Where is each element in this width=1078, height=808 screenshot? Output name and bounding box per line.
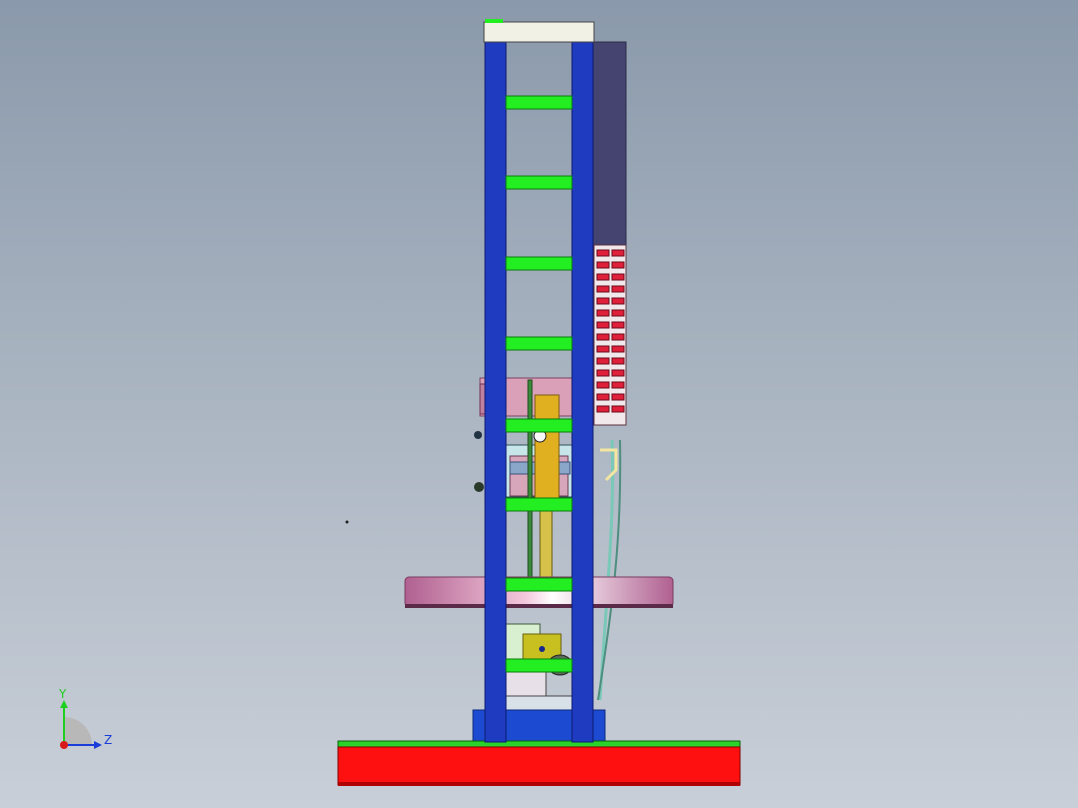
stray-point [345, 520, 349, 524]
crossbar-6 [505, 497, 573, 512]
x-axis-dot [60, 741, 68, 749]
chain-link [596, 369, 610, 377]
guide-rack [527, 379, 533, 581]
cad-viewport[interactable]: Y Z [0, 0, 1078, 808]
chain-link [596, 273, 610, 281]
chain-link [596, 297, 610, 305]
triad-quarter-disc [64, 717, 92, 745]
crossbar-5 [505, 418, 573, 433]
orientation-triad[interactable]: Y Z [58, 687, 112, 749]
chain-link [596, 249, 610, 257]
chain-link [611, 273, 625, 281]
chain-link [611, 357, 625, 365]
bearing-housing [505, 695, 573, 711]
hydraulic-cylinder [534, 394, 560, 501]
chain-link [596, 321, 610, 329]
cable-drag-chain [593, 244, 627, 426]
y-axis-arrowhead [60, 700, 68, 708]
top-cap-marker [485, 19, 503, 23]
chain-link [596, 405, 610, 413]
chain-link [596, 381, 610, 389]
chain-link [611, 369, 625, 377]
left-post [484, 41, 507, 743]
cylinder-rod [539, 499, 553, 579]
chain-link [596, 285, 610, 293]
cad-model-view[interactable]: Y Z [0, 0, 1078, 808]
crossbar-4 [505, 336, 573, 351]
chain-link [611, 309, 625, 317]
chain-link [611, 405, 625, 413]
y-axis-label: Y [58, 687, 67, 701]
crossbar-1 [505, 95, 573, 110]
chain-link [611, 393, 625, 401]
right-post [571, 41, 594, 743]
chain-link [596, 261, 610, 269]
crossbar-2 [505, 175, 573, 190]
motor-body [505, 669, 547, 697]
crossbar-3 [505, 256, 573, 271]
z-axis-label: Z [104, 733, 112, 747]
chain-link [611, 333, 625, 341]
rear-cover-panel [591, 41, 627, 248]
gearbox-shaft [539, 646, 545, 652]
base-beam [337, 746, 741, 786]
base-beam-top-flange [337, 740, 741, 748]
base-beam-bottom-flange [338, 782, 740, 786]
chain-link [596, 345, 610, 353]
crossbar-7 [505, 577, 573, 592]
chain-link [596, 333, 610, 341]
chain-link [596, 357, 610, 365]
chain-link [611, 297, 625, 305]
chain-link [611, 261, 625, 269]
z-axis-arrowhead [94, 741, 102, 749]
chain-link [611, 381, 625, 389]
crossbar-8 [505, 658, 573, 673]
top-cap-plate [483, 21, 595, 43]
fitting-left-1 [474, 431, 482, 439]
chain-link [611, 345, 625, 353]
chain-link [596, 393, 610, 401]
chain-link [611, 321, 625, 329]
chain-link [611, 285, 625, 293]
fitting-left-2 [474, 482, 484, 492]
chain-link [596, 309, 610, 317]
chain-link [611, 249, 625, 257]
